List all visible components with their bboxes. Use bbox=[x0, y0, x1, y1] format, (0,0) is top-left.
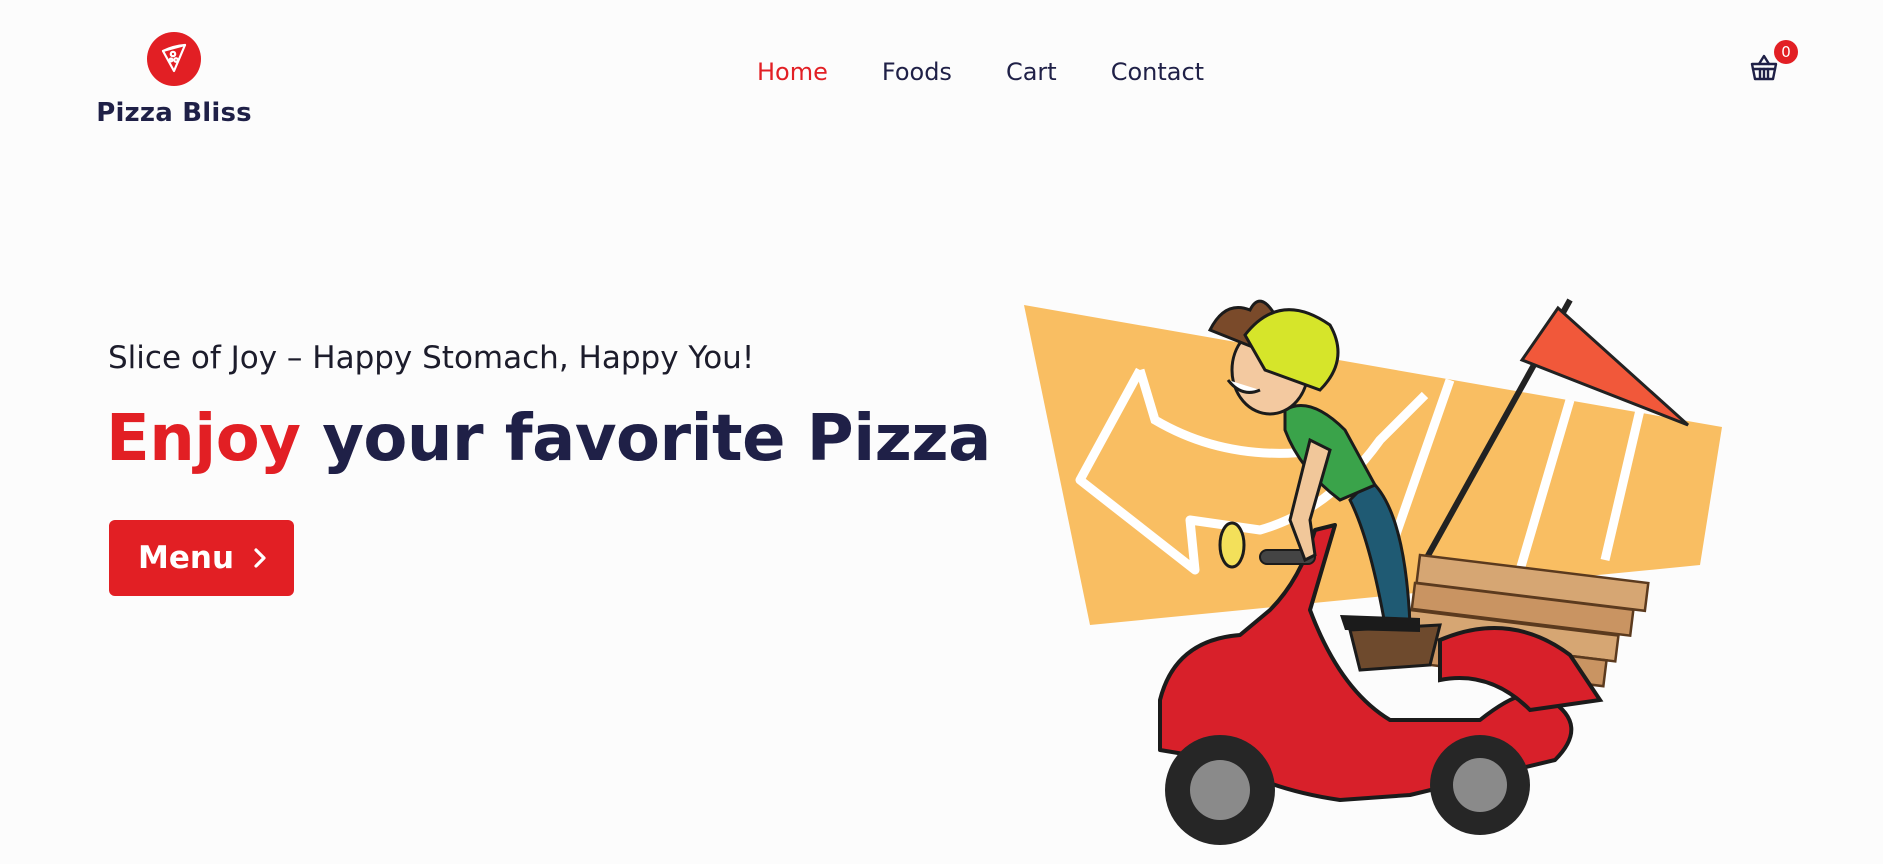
main-nav: Home Foods Cart Contact bbox=[757, 58, 1258, 86]
nav-home[interactable]: Home bbox=[757, 58, 828, 86]
menu-button[interactable]: Menu bbox=[109, 520, 294, 596]
brand-logo[interactable]: Pizza Bliss bbox=[96, 32, 252, 128]
hero-title-accent: Enjoy bbox=[106, 402, 301, 476]
cart-count-badge: 0 bbox=[1774, 40, 1798, 64]
pizza-slice-icon bbox=[147, 32, 201, 86]
brand-name: Pizza Bliss bbox=[96, 98, 252, 128]
nav-foods[interactable]: Foods bbox=[882, 58, 952, 86]
hero-tagline: Slice of Joy – Happy Stomach, Happy You! bbox=[108, 340, 755, 376]
chevron-right-icon bbox=[252, 547, 268, 569]
hero-title: Enjoy your favorite Pizza bbox=[106, 402, 991, 476]
page: Pizza Bliss Home Foods Cart Contact 0 Sl… bbox=[0, 0, 1883, 864]
nav-contact[interactable]: Contact bbox=[1111, 58, 1204, 86]
pizza-delivery-scooter-illustration bbox=[1010, 280, 1750, 864]
menu-button-label: Menu bbox=[138, 540, 235, 576]
cart-button[interactable]: 0 bbox=[1748, 40, 1798, 92]
hero-title-rest: your favorite Pizza bbox=[300, 402, 991, 476]
nav-cart[interactable]: Cart bbox=[1006, 58, 1057, 86]
